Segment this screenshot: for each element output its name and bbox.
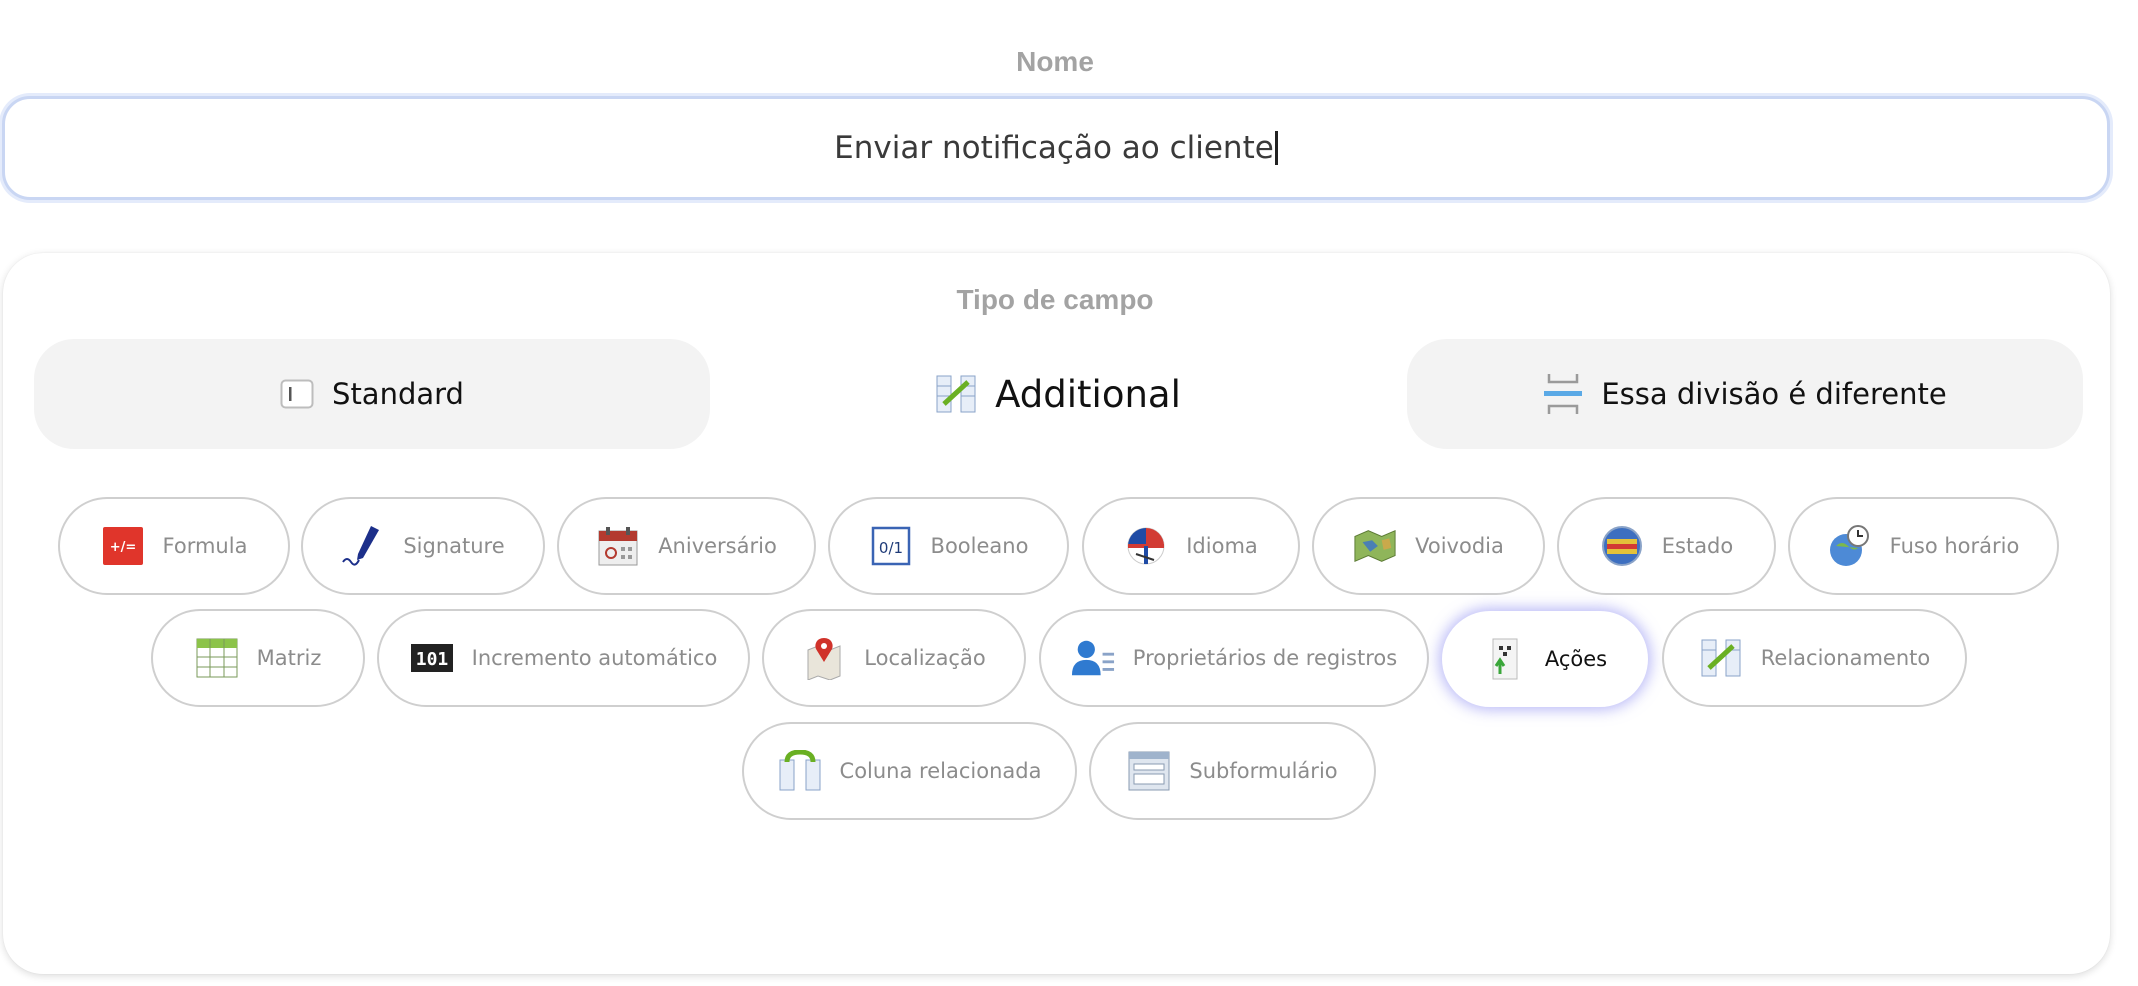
boolean-icon: 0/1 <box>869 524 913 568</box>
calendar-icon <box>596 524 640 568</box>
globe-flag-icon <box>1600 524 1644 568</box>
chip-timezone-label: Fuso horário <box>1889 534 2020 558</box>
chip-language[interactable]: Idioma <box>1082 497 1300 595</box>
language-flags-icon <box>1124 524 1168 568</box>
tab-standard[interactable]: Standard <box>34 339 710 449</box>
chip-record-owners-label: Proprietários de registros <box>1132 646 1398 670</box>
divider-icon <box>1543 372 1583 416</box>
table-icon <box>195 636 239 680</box>
chip-voivodeship[interactable]: Voivodia <box>1312 497 1545 595</box>
formula-icon: +/= <box>101 524 145 568</box>
chip-actions-label: Ações <box>1544 647 1608 671</box>
relationship-icon <box>935 374 977 414</box>
chip-subform-label: Subformulário <box>1189 759 1338 783</box>
chip-record-owners[interactable]: Proprietários de registros <box>1039 609 1429 707</box>
chip-related-column-label: Coluna relacionada <box>839 759 1042 783</box>
chip-boolean[interactable]: 0/1 Booleano <box>828 497 1069 595</box>
chip-auto-increment-label: Incremento automático <box>471 646 718 670</box>
chip-relationship[interactable]: Relacionamento <box>1662 609 1967 707</box>
tab-section-divider-label: Essa divisão é diferente <box>1601 377 1947 411</box>
chip-signature-label: Signature <box>403 534 505 558</box>
subform-icon <box>1127 749 1171 793</box>
related-column-icon <box>778 749 822 793</box>
chip-language-label: Idioma <box>1186 534 1258 558</box>
input-field-icon <box>280 379 314 409</box>
name-input-value: Enviar notificação ao cliente <box>834 130 1274 166</box>
tab-section-divider[interactable]: Essa divisão é diferente <box>1407 339 2083 449</box>
chip-state[interactable]: Estado <box>1557 497 1776 595</box>
relationship-icon <box>1699 636 1743 680</box>
chip-timezone[interactable]: Fuso horário <box>1788 497 2059 595</box>
chip-auto-increment[interactable]: 101 Incremento automático <box>377 609 750 707</box>
tab-additional-label: Additional <box>995 372 1181 416</box>
chip-boolean-label: Booleano <box>930 534 1029 558</box>
svg-text:101: 101 <box>415 649 448 670</box>
timezone-globe-icon <box>1828 524 1872 568</box>
chip-matrix[interactable]: Matriz <box>151 609 365 707</box>
chip-relationship-label: Relacionamento <box>1760 646 1931 670</box>
chip-formula[interactable]: +/= Formula <box>58 497 290 595</box>
map-icon <box>1353 524 1397 568</box>
chip-related-column[interactable]: Coluna relacionada <box>742 722 1077 820</box>
chip-formula-label: Formula <box>162 534 248 558</box>
svg-text:0/1: 0/1 <box>878 539 902 557</box>
name-input[interactable]: Enviar notificação ao cliente <box>2 96 2110 200</box>
chip-location-label: Localização <box>864 646 986 670</box>
counter-icon: 101 <box>410 636 454 680</box>
chip-voivodeship-label: Voivodia <box>1415 534 1504 558</box>
chip-signature[interactable]: Signature <box>301 497 545 595</box>
map-pin-icon <box>802 636 846 680</box>
name-label: Nome <box>1016 46 1094 77</box>
tab-standard-label: Standard <box>332 377 464 411</box>
user-icon <box>1071 636 1115 680</box>
actions-icon <box>1483 637 1527 681</box>
chip-birthday[interactable]: Aniversário <box>557 497 816 595</box>
tab-additional[interactable]: Additional <box>720 339 1396 449</box>
field-type-label: Tipo de campo <box>956 284 1154 315</box>
chip-location[interactable]: Localização <box>762 609 1026 707</box>
svg-text:+/=: +/= <box>109 540 136 555</box>
text-caret <box>1274 131 1278 165</box>
pen-icon <box>341 524 385 568</box>
chip-state-label: Estado <box>1661 534 1734 558</box>
chip-actions[interactable]: Ações <box>1442 611 1648 707</box>
chip-subform[interactable]: Subformulário <box>1089 722 1376 820</box>
chip-matrix-label: Matriz <box>256 646 322 670</box>
chip-birthday-label: Aniversário <box>658 534 777 558</box>
